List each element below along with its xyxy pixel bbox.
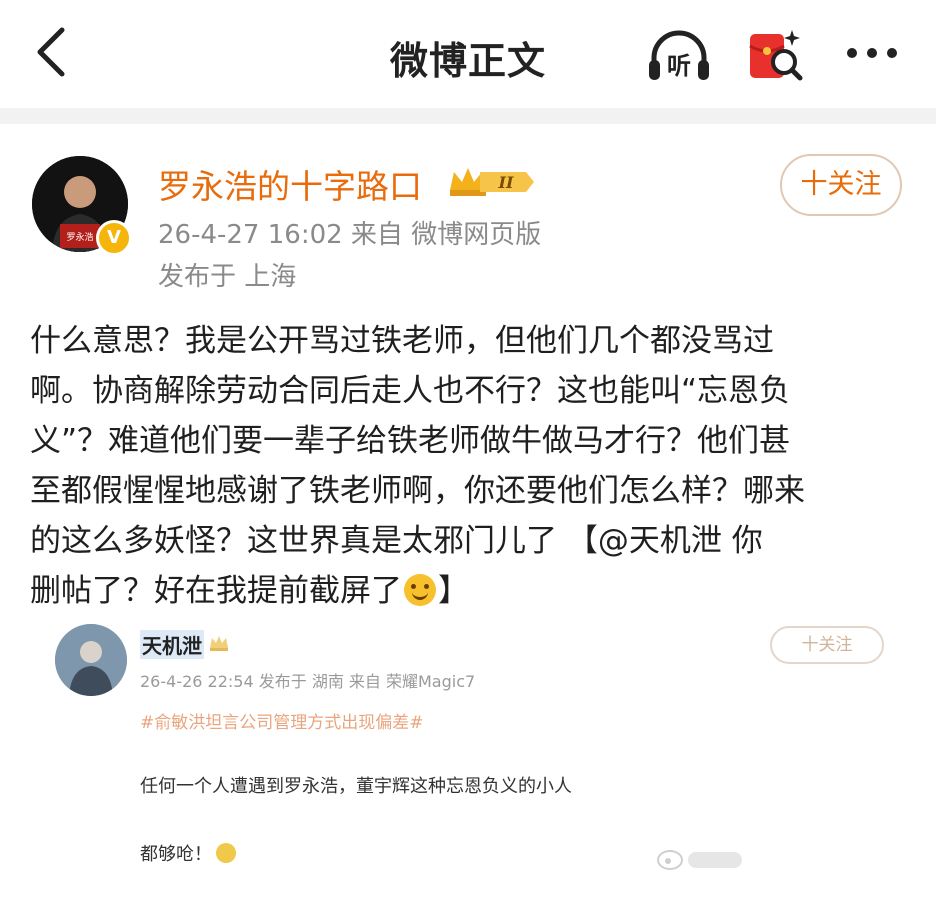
post-body-line: 至都假惺惺地感谢了铁老师啊，你还要他们怎么样？哪来 (30, 473, 805, 509)
quoted-topic: #俞敏洪坦言公司管理方式出现偏差# (140, 713, 424, 733)
red-envelope-icon[interactable] (744, 24, 806, 86)
quoted-follow-button: 十关注 (770, 626, 884, 664)
avatar-caption: 罗永浩 (66, 231, 93, 243)
quoted-author-avatar (55, 624, 127, 696)
post-body-line: 义”？难道他们要一辈子给铁老师做牛做马才行？他们甚 (30, 423, 791, 459)
post-body-last-line: 删帖了？好在我提前截屏了】 (30, 566, 910, 616)
weibo-watermark-icon (657, 850, 742, 870)
section-separator (0, 108, 936, 124)
quoted-crown-icon (210, 636, 228, 651)
verified-v-icon: V (96, 220, 132, 256)
listen-label: 听 (667, 52, 691, 80)
quoted-emoji-icon (216, 843, 236, 863)
quoted-text: 都够呛！ (140, 844, 212, 865)
post-time-source: 26-4-27 16:02 来自 微博网页版 (158, 220, 542, 250)
headphones-icon[interactable]: 听 (646, 28, 712, 84)
author-name[interactable]: 罗永浩的十字路口 (158, 160, 422, 208)
post-body-line: 啊。协商解除劳动合同后走人也不行？这也能叫“忘恩负 (30, 373, 791, 409)
quoted-meta: 26-4-26 22:54 发布于 湖南 来自 荣耀Magic7 (140, 672, 476, 691)
smile-emoji-icon (404, 574, 436, 606)
post-body-line: 的这么多妖怪？这世界真是太邪门儿了 【@天机泄 你 (30, 523, 763, 559)
quoted-author-name: 天机泄 (140, 630, 204, 659)
level-badge: II (498, 173, 514, 192)
more-icon[interactable] (842, 38, 902, 68)
follow-button[interactable]: 十关注 (780, 154, 902, 216)
post-location: 发布于 上海 (158, 262, 297, 292)
quoted-text-line-2: 都够呛！ (140, 840, 236, 866)
post-body-line: 删帖了？好在我提前截屏了 (30, 573, 402, 609)
post-body: 什么意思？我是公开骂过铁老师，但他们几个都没骂过 啊。协商解除劳动合同后走人也不… (30, 316, 910, 616)
top-bar: 微博正文 听 (0, 0, 936, 108)
post-body-line: 】 (438, 573, 469, 609)
post-body-line: 什么意思？我是公开骂过铁老师，但他们几个都没骂过 (30, 323, 774, 359)
quoted-text-line: 任何一个人遭遇到罗永浩，董宇辉这种忘恩负义的小人 (140, 776, 572, 797)
crown-icon: II (450, 168, 534, 196)
